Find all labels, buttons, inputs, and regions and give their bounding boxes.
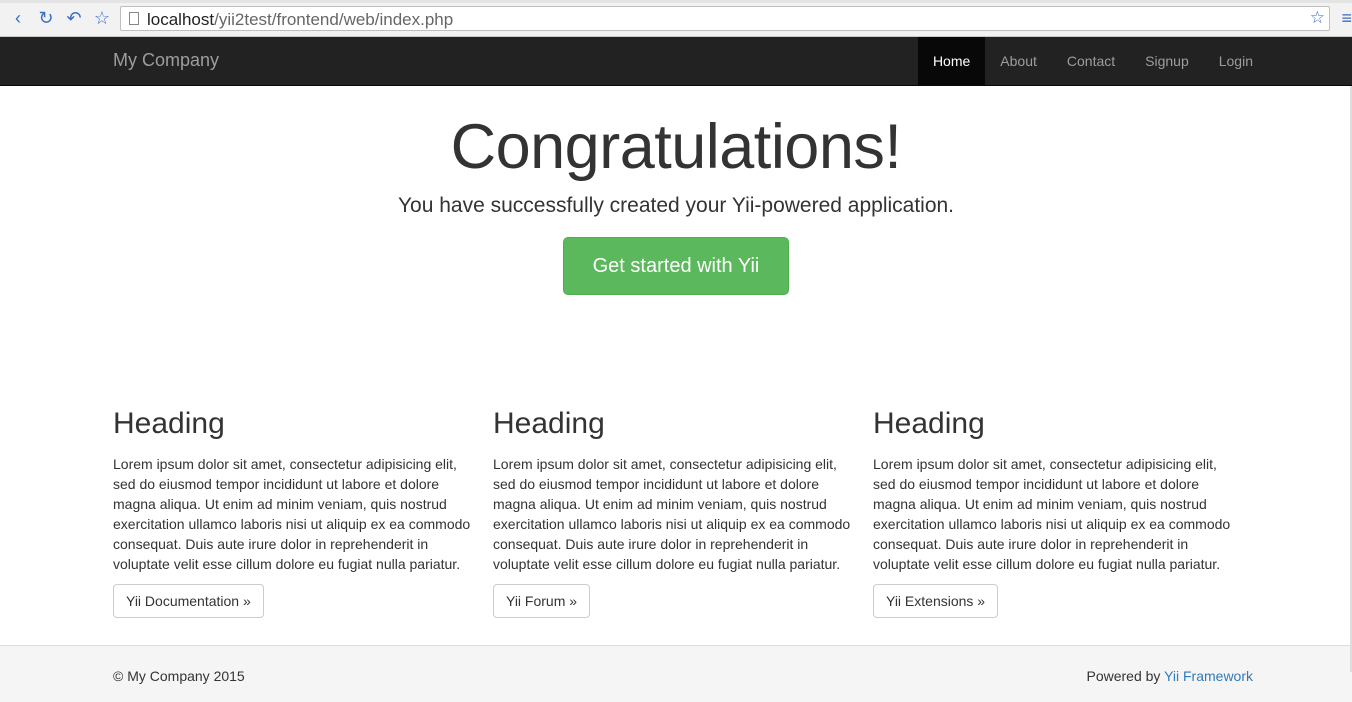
yii-documentation-button[interactable]: Yii Documentation » xyxy=(113,584,264,618)
brand-link[interactable]: My Company xyxy=(113,50,219,71)
refresh-icon[interactable]: ↻ xyxy=(36,8,56,28)
address-bar[interactable]: localhost/yii2test/frontend/web/index.ph… xyxy=(120,6,1330,31)
nav-menu: Home About Contact Signup Login xyxy=(917,37,1268,86)
yii-framework-link[interactable]: Yii Framework xyxy=(1164,668,1253,684)
column-text: Lorem ipsum dolor sit amet, consectetur … xyxy=(493,456,851,572)
url-text[interactable]: localhost/yii2test/frontend/web/index.ph… xyxy=(147,10,453,30)
menu-icon[interactable]: ≡ xyxy=(1341,8,1352,29)
copyright-text: © My Company 2015 xyxy=(113,668,245,684)
site-footer: © My Company 2015 Powered by Yii Framewo… xyxy=(0,645,1352,702)
bookmark-star-icon[interactable]: ☆ xyxy=(92,8,112,28)
get-started-button[interactable]: Get started with Yii xyxy=(563,237,789,295)
tab-strip xyxy=(0,0,1352,3)
page-title: Congratulations! xyxy=(450,112,902,182)
site-navbar: My Company Home About Contact Signup Log… xyxy=(0,37,1352,86)
back-icon[interactable]: ‹ xyxy=(8,8,28,28)
nav-item-contact[interactable]: Contact xyxy=(1052,37,1130,85)
column-forum: Heading Lorem ipsum dolor sit amet, cons… xyxy=(493,400,873,618)
browser-toolbar: ‹ ↻ ↶ ☆ localhost/yii2test/frontend/web/… xyxy=(0,0,1352,37)
column-heading: Heading xyxy=(113,407,225,440)
page-icon xyxy=(129,12,139,25)
column-text: Lorem ipsum dolor sit amet, consectetur … xyxy=(113,456,471,572)
nav-item-about[interactable]: About xyxy=(985,37,1052,85)
nav-item-signup[interactable]: Signup xyxy=(1130,37,1204,85)
lead-text: You have successfully created your Yii-p… xyxy=(397,194,955,217)
url-path: /yii2test/frontend/web/index.php xyxy=(214,10,454,29)
favorite-star-icon[interactable]: ☆ xyxy=(1310,8,1325,28)
column-extensions: Heading Lorem ipsum dolor sit amet, cons… xyxy=(873,400,1253,618)
yii-forum-button[interactable]: Yii Forum » xyxy=(493,584,591,618)
column-heading: Heading xyxy=(873,407,985,440)
column-heading: Heading xyxy=(493,407,605,440)
nav-item-home[interactable]: Home xyxy=(917,37,986,85)
powered-by-text: Powered by Yii Framework xyxy=(1086,668,1253,684)
column-documentation: Heading Lorem ipsum dolor sit amet, cons… xyxy=(113,400,493,618)
jumbotron: Congratulations! You have successfully c… xyxy=(0,86,1352,295)
content-columns: Heading Lorem ipsum dolor sit amet, cons… xyxy=(113,400,1253,618)
column-text: Lorem ipsum dolor sit amet, consectetur … xyxy=(873,456,1231,572)
url-host: localhost xyxy=(147,10,215,29)
yii-extensions-button[interactable]: Yii Extensions » xyxy=(873,584,999,618)
powered-prefix: Powered by xyxy=(1086,668,1165,684)
undo-icon[interactable]: ↶ xyxy=(64,8,84,28)
nav-item-login[interactable]: Login xyxy=(1204,37,1268,85)
